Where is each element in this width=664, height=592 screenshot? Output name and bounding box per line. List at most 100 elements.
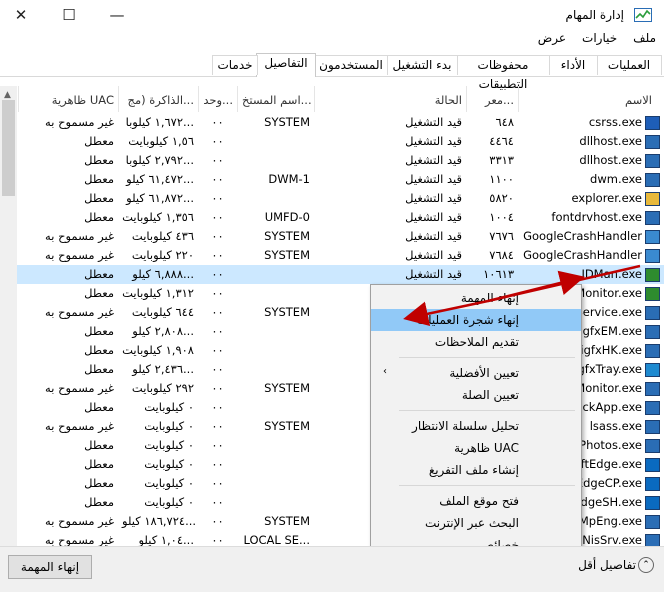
process-name: Monitor.exe (575, 381, 642, 395)
cpu-cell: ٠٠ (211, 495, 224, 509)
memory-cell: ٦٤٤ كيلوبايت (131, 305, 194, 319)
context-menu-item[interactable]: تحليل سلسلة الانتظار (371, 415, 581, 437)
close-button[interactable]: ✕ (8, 4, 34, 26)
username-cell: LOCAL SE... (243, 533, 310, 546)
context-menu-item[interactable]: إنهاء المهمة (371, 287, 581, 309)
memory-cell: ٤٣٦ كيلوبايت (131, 229, 194, 243)
menu-view[interactable]: عرض (536, 31, 568, 51)
table-row[interactable]: dllhost.exe ٣٣١٣ قيد التشغيل ٠٠ ٢,٧٩٢ كيلوبا… (0, 151, 664, 170)
tab-performance[interactable]: الأداء (548, 55, 598, 75)
context-menu-item[interactable]: البحث عبر الإنترنت (371, 512, 581, 534)
end-task-button[interactable]: إنهاء المهمة (8, 555, 92, 579)
column-header-cpu[interactable]: وحد... (198, 86, 237, 112)
context-menu-item[interactable]: إنشاء ملف التفريغ (371, 459, 581, 481)
username-cell: SYSTEM (264, 381, 310, 395)
uac-cell: معطل (84, 267, 114, 281)
table-row[interactable]: fontdrvhost.exe ١٠٠٤ قيد التشغيل UMFD-0 ٠٠ ١,… (0, 208, 664, 227)
username-cell: SYSTEM (264, 115, 310, 129)
cpu-cell: ٠٠ (211, 134, 224, 148)
process-name: MpEng.exe (578, 514, 642, 528)
submenu-arrow-icon: ‹ (383, 366, 387, 377)
column-header-name[interactable]: الاسم (518, 86, 664, 112)
minimize-button[interactable]: — (104, 4, 130, 26)
memory-cell: ١,٣٥٦ كيلوبايت (122, 210, 194, 224)
memory-cell: ٢,٤٣٦ كيلو... (132, 362, 194, 376)
column-header-pid[interactable]: معر... (466, 86, 518, 112)
uac-cell: غير مسموح به (45, 419, 114, 433)
column-header-status[interactable]: الحالة (314, 86, 466, 112)
table-row[interactable]: IDMan.exe ١٠٦١٣ قيد التشغيل ٠٠ ٦,٨٨٨ كيلو...… (0, 265, 664, 284)
process-name-cell: IDMan.exe (518, 265, 664, 284)
cpu-cell: ٠٠ (211, 343, 224, 357)
uac-cell: غير مسموح به (45, 248, 114, 262)
context-menu-item[interactable]: ظاهرية UAC (371, 437, 581, 459)
process-name-cell: GoogleCrashHandler (518, 227, 664, 246)
cpu-cell: ٠٠ (211, 248, 224, 262)
uac-cell: معطل (84, 438, 114, 452)
process-name: dllhost.exe (579, 134, 642, 148)
context-menu-item[interactable]: تعيين الأفضلية (371, 362, 581, 384)
process-icon (645, 135, 660, 149)
username-cell (237, 436, 314, 455)
column-header-uac[interactable]: ظاهرية UAC (18, 86, 118, 112)
process-name: EdgeCP.exe (575, 476, 642, 490)
fewer-details-link[interactable]: تفاصيل أقل (578, 558, 636, 572)
table-row[interactable]: explorer.exe ٥٨٢٠ قيد التشغيل ٠٠ ٦١,٨٧٢ كيلو… (0, 189, 664, 208)
process-name: igfxEM.exe (579, 324, 642, 338)
column-header-username[interactable]: اسم المستخ... (237, 86, 314, 112)
scroll-up-icon[interactable]: ▲ (4, 90, 11, 100)
tab-users[interactable]: المستخدمون (314, 55, 388, 75)
cpu-cell: ٠٠ (211, 324, 224, 338)
process-icon (645, 363, 660, 377)
pid-cell: ٥٨٢٠ (489, 191, 514, 205)
tab-app-history[interactable]: محفوظات التطبيقات (456, 55, 550, 91)
cpu-cell: ٠٠ (211, 438, 224, 452)
table-row[interactable]: dwm.exe ١١٠٠ قيد التشغيل DWM-1 ٠٠ ٦١,٤٧٢ كيلو… (0, 170, 664, 189)
context-menu-item[interactable]: فتح موقع الملف (371, 490, 581, 512)
memory-cell: ١,٥٦ كيلوبايت (128, 134, 194, 148)
tab-startup[interactable]: بدء التشغيل (386, 55, 458, 75)
cpu-cell: ٠٠ (211, 191, 224, 205)
table-row[interactable]: GoogleCrashHandler ٧٦٧٦ قيد التشغيل SYSTEM ٠… (0, 227, 664, 246)
process-name-cell: explorer.exe (518, 189, 664, 208)
column-header-memory[interactable]: الذاكرة (مج... (118, 86, 198, 112)
cpu-cell: ٠٠ (211, 153, 224, 167)
chevron-up-icon[interactable]: ⌃ (638, 557, 654, 573)
process-name: csrss.exe (588, 115, 642, 129)
process-icon (645, 515, 660, 529)
cpu-cell: ٠٠ (211, 400, 224, 414)
username-cell (237, 151, 314, 170)
username-cell (237, 132, 314, 151)
tab-services[interactable]: خدمات (212, 55, 258, 75)
vertical-scrollbar[interactable]: ▲ (0, 86, 17, 546)
status-cell: قيد التشغيل (405, 153, 462, 167)
table-row[interactable]: dllhost.exe ٤٤٦٤ قيد التشغيل ٠٠ ١,٥٦ كيلوباي… (0, 132, 664, 151)
context-menu-item[interactable]: تقديم الملاحظات (371, 331, 581, 353)
username-cell (237, 398, 314, 417)
process-name: EdgeSH.exe (573, 495, 642, 509)
context-menu-item[interactable]: إنهاء شجرة العمليات (371, 309, 581, 331)
tab-details[interactable]: التفاصيل (256, 53, 316, 77)
table-row[interactable]: GoogleCrashHandler ٧٦٨٤ قيد التشغيل SYSTEM ٠… (0, 246, 664, 265)
context-menu-item[interactable]: تعيين الصلة (371, 384, 581, 406)
task-manager-icon (634, 8, 652, 22)
menu-separator (399, 357, 575, 358)
uac-cell: معطل (84, 324, 114, 338)
table-row[interactable]: csrss.exe ٦٤٨ قيد التشغيل SYSTEM ٠٠ ١,٦٧٢ كيل… (0, 113, 664, 132)
scroll-thumb[interactable] (2, 100, 15, 196)
context-menu: إنهاء المهمة إنهاء شجرة العمليات تقديم الم… (370, 284, 582, 574)
uac-cell: معطل (84, 495, 114, 509)
tab-processes[interactable]: العمليات (596, 55, 662, 75)
cpu-cell: ٠٠ (211, 419, 224, 433)
process-icon (645, 401, 660, 415)
process-icon (645, 268, 660, 282)
memory-cell: ٠ كيلوبايت (144, 495, 194, 509)
username-cell (237, 189, 314, 208)
memory-cell: ٠ كيلوبايت (144, 400, 194, 414)
menu-file[interactable]: ملف (631, 31, 658, 51)
process-name: Photos.exe (579, 438, 642, 452)
pid-cell: ٧٦٧٦ (489, 229, 514, 243)
status-cell: قيد التشغيل (405, 191, 462, 205)
maximize-button[interactable]: ☐ (56, 4, 82, 26)
menu-options[interactable]: خيارات (580, 31, 619, 51)
